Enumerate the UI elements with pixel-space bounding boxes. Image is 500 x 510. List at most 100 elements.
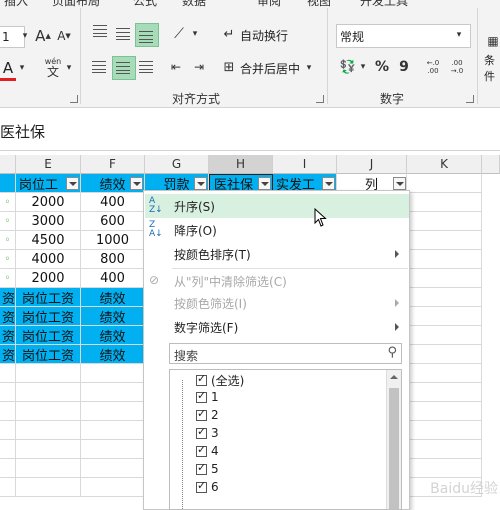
filter-value-item[interactable]: 3 (196, 424, 219, 442)
column-header-h[interactable]: H (209, 155, 273, 174)
align-right-button[interactable] (135, 56, 157, 78)
cell-f[interactable]: 600 (81, 212, 145, 231)
cell-empty[interactable] (81, 440, 145, 459)
filter-value-item[interactable]: 1 (196, 388, 219, 406)
checkbox-checked-icon[interactable] (196, 479, 207, 493)
column-header-d[interactable] (0, 155, 16, 174)
align-center-button[interactable] (112, 56, 136, 80)
filter-button-e[interactable] (66, 177, 79, 190)
cell-f[interactable]: 400 (81, 269, 145, 288)
cell-empty[interactable] (81, 459, 145, 478)
accounting-dropdown-icon[interactable]: ▾ (358, 56, 368, 78)
cell-empty[interactable] (0, 478, 16, 497)
cell-d[interactable]: ◦ (0, 269, 16, 288)
filter-button-j[interactable] (393, 177, 406, 190)
tab-review[interactable]: 审阅 (257, 0, 281, 9)
scroll-up-icon[interactable] (390, 375, 398, 379)
orientation-button[interactable]: ⟋ (168, 23, 190, 45)
phonetic-dropdown-icon[interactable]: ▾ (64, 58, 74, 78)
filter-button-i[interactable] (322, 177, 335, 190)
sort-descending-item[interactable]: Z A↓ 降序(O) (145, 218, 409, 242)
cell-f[interactable]: 绩效 (81, 326, 145, 345)
cell-empty[interactable] (410, 459, 482, 478)
cell-d[interactable]: ◦ (0, 250, 16, 269)
cell-empty[interactable] (16, 421, 81, 440)
sort-by-color-item[interactable]: 按颜色排序(T) (145, 242, 409, 266)
font-color-dropdown-icon[interactable]: ▾ (17, 58, 27, 78)
cell-empty[interactable] (410, 440, 482, 459)
cell-e[interactable]: 岗位工资 (16, 326, 81, 345)
grow-font-button[interactable]: A ▲ (34, 26, 52, 46)
column-header-g[interactable]: G (145, 155, 209, 174)
filter-value-select-all[interactable]: (全选) (196, 371, 244, 389)
cell-e[interactable]: 4500 (16, 231, 81, 250)
cell-empty[interactable] (0, 364, 16, 383)
filter-search-input[interactable]: 搜索 ⚲ (169, 343, 402, 364)
cell-empty[interactable] (410, 307, 482, 326)
number-filters-item[interactable]: 数字筛选(F) (145, 315, 409, 339)
alignment-group-launcher-icon[interactable] (316, 95, 324, 103)
list-scrollbar[interactable] (386, 370, 401, 509)
filter-value-item[interactable]: 6 (196, 478, 219, 496)
decrease-indent-button[interactable]: ⇤ (166, 56, 186, 78)
align-bottom-button[interactable] (135, 23, 159, 47)
checkbox-checked-icon[interactable] (196, 443, 207, 457)
checkbox-checked-icon[interactable] (196, 461, 207, 475)
cell-d[interactable]: ◦ (0, 231, 16, 250)
checkbox-checked-icon[interactable] (196, 407, 207, 421)
column-header-i[interactable]: I (273, 155, 337, 174)
cell-empty[interactable] (410, 250, 482, 269)
increase-decimal-button[interactable]: ←.0 .00 (423, 56, 443, 78)
cell-d-header[interactable] (0, 174, 16, 193)
cell-empty[interactable] (81, 478, 145, 497)
merge-dropdown-icon[interactable]: ▾ (304, 58, 314, 78)
cell-f[interactable]: 绩效 (81, 307, 145, 326)
shrink-font-button[interactable]: A ▼ (55, 26, 73, 46)
cell-d[interactable]: 资 (0, 326, 16, 345)
column-header-l[interactable] (482, 155, 500, 174)
formula-bar[interactable]: 医社保 (0, 109, 500, 151)
cell-empty[interactable] (0, 440, 16, 459)
font-size-dropdown-icon[interactable]: ▾ (20, 26, 30, 46)
sort-ascending-item[interactable]: A Z↓ 升序(S) (145, 194, 409, 218)
number-group-launcher-icon[interactable] (466, 95, 474, 103)
cell-empty[interactable] (410, 326, 482, 345)
cell-e[interactable]: 岗位工资 (16, 307, 81, 326)
column-header-k[interactable]: K (407, 155, 482, 174)
font-group-launcher-icon[interactable] (70, 95, 78, 103)
cell-empty[interactable] (16, 478, 81, 497)
column-header-e[interactable]: E (16, 155, 81, 174)
cell-empty[interactable] (16, 364, 81, 383)
cell-empty[interactable] (0, 402, 16, 421)
column-header-f[interactable]: F (81, 155, 145, 174)
tab-insert[interactable]: 插入 (4, 0, 28, 9)
scrollbar-thumb[interactable] (389, 388, 399, 509)
clear-filter-item[interactable]: ⊘ 从"列"中清除筛选(C) (145, 269, 409, 293)
cell-empty[interactable] (16, 459, 81, 478)
align-middle-button[interactable] (112, 23, 134, 45)
cell-e[interactable]: 2000 (16, 269, 81, 288)
checkbox-checked-icon[interactable] (196, 372, 207, 386)
tab-page-layout[interactable]: 页面布局 (52, 0, 100, 9)
accounting-format-button[interactable]: 💱 (338, 56, 358, 78)
tab-data[interactable]: 数据 (182, 0, 206, 9)
filter-button-h[interactable] (258, 177, 271, 190)
cell-empty[interactable] (410, 421, 482, 440)
cell-f[interactable]: 1000 (81, 231, 145, 250)
filter-value-item[interactable]: 5 (196, 460, 219, 478)
phonetic-guide-button[interactable]: wén 文 (40, 54, 66, 80)
cell-f[interactable]: 400 (81, 193, 145, 212)
cell-empty[interactable] (410, 345, 482, 364)
cell-empty[interactable] (410, 193, 482, 212)
cell-empty[interactable] (410, 402, 482, 421)
cell-empty[interactable] (16, 383, 81, 402)
cell-e[interactable]: 4000 (16, 250, 81, 269)
cell-empty[interactable] (410, 231, 482, 250)
cell-e[interactable]: 2000 (16, 193, 81, 212)
cell-d[interactable]: 资 (0, 345, 16, 364)
cell-empty[interactable] (410, 383, 482, 402)
merge-center-button[interactable]: 合并后居中 (240, 60, 300, 77)
checkbox-checked-icon[interactable] (196, 425, 207, 439)
cell-empty[interactable] (410, 364, 482, 383)
orientation-dropdown-icon[interactable]: ▾ (190, 23, 200, 45)
